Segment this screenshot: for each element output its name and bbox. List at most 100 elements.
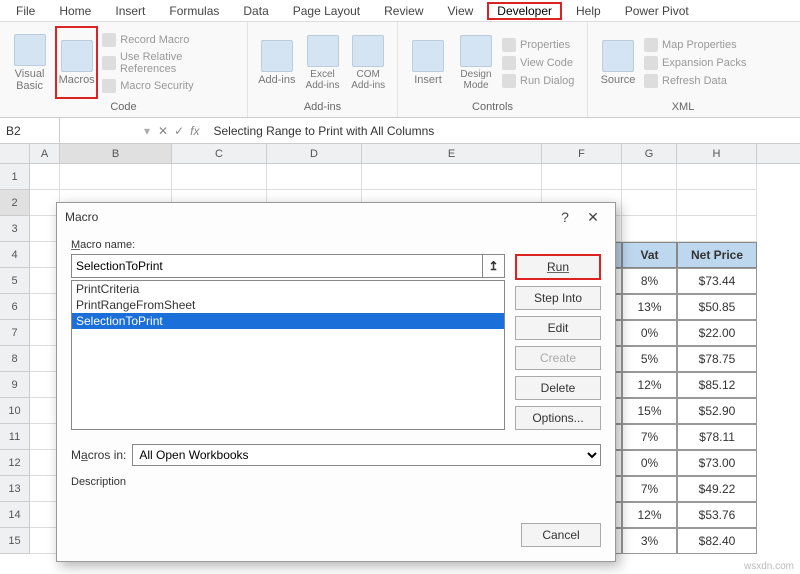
cell[interactable]: $78.11 (677, 424, 757, 450)
macros-in-select[interactable]: All Open Workbooks (132, 444, 601, 466)
row-head[interactable]: 7 (0, 320, 30, 346)
excel-addins-button[interactable]: Excel Add-ins (302, 26, 344, 99)
cell[interactable] (622, 216, 677, 242)
cell[interactable]: $73.44 (677, 268, 757, 294)
cancel-button[interactable]: Cancel (521, 523, 601, 547)
addins-button[interactable]: Add-ins (256, 26, 298, 99)
cell[interactable] (677, 216, 757, 242)
row-head[interactable]: 9 (0, 372, 30, 398)
menu-view[interactable]: View (438, 2, 484, 20)
cell[interactable]: 8% (622, 268, 677, 294)
formula-input[interactable]: Selecting Range to Print with All Column… (207, 124, 800, 138)
row-head[interactable]: 1 (0, 164, 30, 190)
map-properties-button[interactable]: Map Properties (644, 38, 746, 52)
properties-button[interactable]: Properties (502, 38, 574, 52)
row-head[interactable]: 11 (0, 424, 30, 450)
menu-powerpivot[interactable]: Power Pivot (615, 2, 699, 20)
refresh-data-button[interactable]: Refresh Data (644, 74, 746, 88)
macro-list-item[interactable]: SelectionToPrint (72, 313, 504, 329)
cell[interactable] (542, 164, 622, 190)
cell[interactable]: $49.22 (677, 476, 757, 502)
cell[interactable]: $82.40 (677, 528, 757, 554)
cell[interactable]: 13% (622, 294, 677, 320)
menu-home[interactable]: Home (49, 2, 101, 20)
cell[interactable]: $50.85 (677, 294, 757, 320)
row-head[interactable]: 3 (0, 216, 30, 242)
relative-ref-button[interactable]: Use Relative References (102, 51, 239, 75)
cell[interactable]: $78.75 (677, 346, 757, 372)
options-button[interactable]: Options... (515, 406, 601, 430)
cancel-formula-icon[interactable]: ✕ (158, 124, 168, 138)
cell[interactable] (30, 164, 60, 190)
macro-list[interactable]: PrintCriteriaPrintRangeFromSheetSelectio… (71, 280, 505, 430)
cell[interactable]: Net Price (677, 242, 757, 268)
cell[interactable] (60, 164, 172, 190)
step-into-button[interactable]: Step Into (515, 286, 601, 310)
macro-security-button[interactable]: Macro Security (102, 79, 239, 93)
dialog-help-button[interactable]: ? (551, 209, 579, 225)
cell[interactable]: Vat (622, 242, 677, 268)
menu-formulas[interactable]: Formulas (159, 2, 229, 20)
cell[interactable] (677, 190, 757, 216)
menu-file[interactable]: File (6, 2, 45, 20)
col-head-f[interactable]: F (542, 144, 622, 163)
col-head-c[interactable]: C (172, 144, 267, 163)
cell[interactable]: $22.00 (677, 320, 757, 346)
com-addins-button[interactable]: COM Add-ins (347, 26, 389, 99)
row-head[interactable]: 10 (0, 398, 30, 424)
macro-list-item[interactable]: PrintCriteria (72, 281, 504, 297)
cell[interactable]: 5% (622, 346, 677, 372)
cell[interactable] (622, 190, 677, 216)
menu-pagelayout[interactable]: Page Layout (283, 2, 370, 20)
cell[interactable]: 0% (622, 450, 677, 476)
select-all-corner[interactable] (0, 144, 30, 164)
row-head[interactable]: 12 (0, 450, 30, 476)
col-head-d[interactable]: D (267, 144, 362, 163)
menu-review[interactable]: Review (374, 2, 433, 20)
menu-help[interactable]: Help (566, 2, 611, 20)
row-head[interactable]: 6 (0, 294, 30, 320)
col-head-a[interactable]: A (30, 144, 60, 163)
visual-basic-button[interactable]: Visual Basic (8, 26, 51, 99)
edit-button[interactable]: Edit (515, 316, 601, 340)
cell[interactable] (677, 164, 757, 190)
cell[interactable]: $85.12 (677, 372, 757, 398)
col-head-g[interactable]: G (622, 144, 677, 163)
macro-name-input[interactable] (71, 254, 483, 278)
cell[interactable]: 12% (622, 372, 677, 398)
record-macro-button[interactable]: Record Macro (102, 33, 239, 47)
menu-developer[interactable]: Developer (487, 2, 562, 20)
cell[interactable]: 15% (622, 398, 677, 424)
xml-source-button[interactable]: Source (596, 26, 640, 99)
cell[interactable] (267, 164, 362, 190)
cell[interactable]: $52.90 (677, 398, 757, 424)
macros-button[interactable]: Macros (55, 26, 98, 99)
dialog-close-button[interactable]: ✕ (579, 209, 607, 226)
expansion-packs-button[interactable]: Expansion Packs (644, 56, 746, 70)
cell[interactable]: $73.00 (677, 450, 757, 476)
design-mode-button[interactable]: Design Mode (454, 26, 498, 99)
col-head-h[interactable]: H (677, 144, 757, 163)
macro-list-item[interactable]: PrintRangeFromSheet (72, 297, 504, 313)
col-head-e[interactable]: E (362, 144, 542, 163)
view-code-button[interactable]: View Code (502, 56, 574, 70)
cell[interactable]: 7% (622, 476, 677, 502)
row-head[interactable]: 2 (0, 190, 30, 216)
fx-icon[interactable]: fx (190, 124, 199, 138)
cell[interactable] (172, 164, 267, 190)
menu-insert[interactable]: Insert (105, 2, 155, 20)
row-head[interactable]: 15 (0, 528, 30, 554)
name-box[interactable]: B2 (0, 118, 60, 143)
col-head-b[interactable]: B (60, 144, 172, 163)
run-dialog-button[interactable]: Run Dialog (502, 74, 574, 88)
cell[interactable]: 7% (622, 424, 677, 450)
cell[interactable]: 0% (622, 320, 677, 346)
enter-formula-icon[interactable]: ✓ (174, 124, 184, 138)
cell[interactable]: 12% (622, 502, 677, 528)
run-button[interactable]: Run (515, 254, 601, 280)
cell[interactable]: 3% (622, 528, 677, 554)
row-head[interactable]: 5 (0, 268, 30, 294)
cell[interactable] (622, 164, 677, 190)
row-head[interactable]: 4 (0, 242, 30, 268)
insert-control-button[interactable]: Insert (406, 26, 450, 99)
